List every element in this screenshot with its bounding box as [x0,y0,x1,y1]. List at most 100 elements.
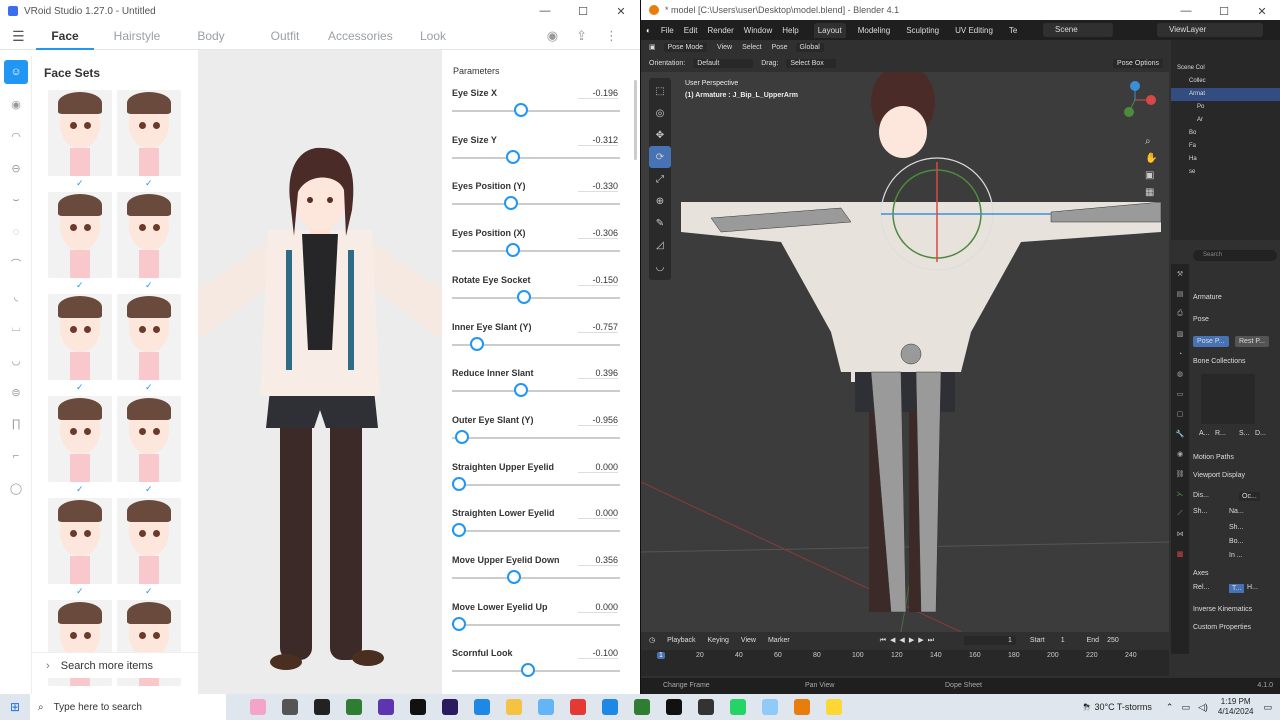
param-value-input[interactable]: 0.000 [578,602,618,613]
head-icon[interactable]: ⊜ [0,376,32,408]
weather-text[interactable]: 30°C T-storms [1094,702,1151,712]
app-icon-files[interactable] [530,694,562,720]
outliner-item[interactable]: Ha [1171,153,1280,166]
rotate-tool-icon[interactable]: ⟳ [649,146,671,168]
param-value-input[interactable]: -0.100 [578,648,618,660]
param-slider-track[interactable] [452,623,620,626]
tab-outfit[interactable]: Outfit [254,22,316,50]
param-slider-knob[interactable] [521,663,535,678]
param-slider-knob[interactable] [517,289,531,304]
app-icon-purple[interactable] [370,694,402,720]
physics-tab-icon[interactable]: ◉ [1171,444,1189,464]
tool-tab-icon[interactable]: ⚒ [1171,264,1189,284]
tab-accessories[interactable]: Accessories [328,22,393,50]
close-icon[interactable]: ✕ [602,0,640,22]
face-set-thumbnail[interactable] [117,600,181,694]
viewport-menu-pose[interactable]: Pose [772,44,788,51]
app-icon-paper[interactable] [754,694,786,720]
param-slider-knob[interactable] [452,476,466,491]
face-contour-icon[interactable]: ◡ [0,344,32,376]
menu-window[interactable]: Window [744,26,772,35]
editor-type-icon[interactable]: ▣ [649,43,656,51]
display-as-selector[interactable]: Oc... [1239,492,1260,501]
constraints-tab-icon[interactable]: ⛓ [1171,464,1189,484]
neck-icon[interactable]: ∏ [0,408,32,440]
menu-edit[interactable]: Edit [684,26,698,35]
timeline-ruler[interactable]: 1 20 40 60 80 100 120 140 160 180 200 220 240 [641,650,1169,676]
app-icon-nvidia[interactable] [626,694,658,720]
armature-data-tab-icon[interactable]: ⋋ [1171,484,1189,504]
outliner-item[interactable]: Ar [1171,114,1280,127]
neck-2-icon[interactable]: ⌐ [0,440,32,472]
app-icon-edge[interactable] [466,694,498,720]
param-slider-track[interactable] [452,296,620,299]
param-slider-knob[interactable] [452,616,466,631]
bone-colors-checkbox[interactable]: Bo... [1229,538,1243,545]
assign-button[interactable]: A... [1199,430,1210,437]
in-front-checkbox[interactable]: In ... [1229,552,1243,559]
eye-lash-icon[interactable]: ⌣ [0,184,32,216]
zoom-icon[interactable]: ⌕ [1145,136,1161,147]
object-tab-icon[interactable]: ▢ [1171,404,1189,424]
workspace-tab-uv-editing[interactable]: UV Editing [951,23,997,38]
face-set-thumbnail[interactable]: ✓ [48,498,112,600]
ear-icon[interactable]: ◌ [0,216,32,248]
param-slider-knob[interactable] [470,336,484,351]
bone-collections-header[interactable]: Bone Collections [1193,358,1246,365]
param-slider-track[interactable] [452,203,620,206]
param-slider-knob[interactable] [504,196,518,211]
remove-button[interactable]: R... [1215,430,1226,437]
workspace-tab-modeling[interactable]: Modeling [854,23,894,38]
outliner-item[interactable]: Scene Col [1171,62,1280,75]
face-set-thumbnail[interactable]: ✓ [117,294,181,396]
app-icon-blender[interactable] [786,694,818,720]
eye-icon[interactable]: ◉ [0,88,32,120]
param-value-input[interactable]: -0.312 [578,135,618,146]
workspace-tab-sculpting[interactable]: Sculpting [902,23,943,38]
face-set-thumbnail[interactable]: ✓ [117,396,181,498]
bone-tab-icon[interactable]: ⟋ [1171,504,1189,524]
parameters-scrollbar[interactable] [634,80,637,160]
orientation-selector[interactable]: Default [693,58,754,68]
world-tab-icon[interactable]: ◍ [1171,364,1189,384]
menu-help[interactable]: Help [782,26,798,35]
close-icon[interactable]: ✕ [1243,0,1280,22]
face-set-icon[interactable]: ☺ [4,60,28,84]
menu-render[interactable]: Render [708,26,734,35]
viewport-menu-select[interactable]: Select [742,44,761,51]
param-value-input[interactable]: -0.150 [578,275,618,286]
viewport-display-header[interactable]: Viewport Display [1193,472,1245,479]
hamburger-menu-icon[interactable]: ☰ [12,28,25,45]
app-icon-photos[interactable] [690,694,722,720]
3d-viewport[interactable]: ⬚ ◎ ✥ ⟳ ⤢ ⊕ ✎ ◿ ◡ User Perspective (1) A… [641,72,1169,632]
measure-tool-icon[interactable]: ◿ [649,234,671,256]
outliner-item[interactable]: Po [1171,101,1280,114]
modifier-tab-icon[interactable]: 🔧 [1171,424,1189,444]
maximize-icon[interactable]: ☐ [564,0,602,22]
outliner-item[interactable]: se [1171,166,1280,179]
param-slider-track[interactable] [452,670,620,673]
param-slider-track[interactable] [452,577,620,579]
param-slider-track[interactable] [452,156,620,159]
extra-icon[interactable]: ◯ [0,472,32,504]
custom-properties-header[interactable]: Custom Properties [1193,624,1251,631]
scale-tool-icon[interactable]: ⤢ [649,168,671,190]
pose-options-selector[interactable]: Pose Options [1112,58,1163,68]
timeline-menu-playback[interactable]: Playback [667,637,695,644]
nose-icon[interactable]: ⌒ [0,248,32,280]
object-name-field[interactable]: Armature [1193,294,1222,301]
share-icon[interactable]: ⇪ [576,28,587,44]
vroid-3d-preview[interactable] [198,50,442,694]
volume-icon[interactable]: ◁) [1198,702,1208,713]
param-slider-knob[interactable] [506,243,520,258]
motion-paths-header[interactable]: Motion Paths [1193,454,1234,461]
inverse-kinematics-header[interactable]: Inverse Kinematics [1193,606,1252,613]
minimize-icon[interactable]: — [1167,0,1205,22]
param-slider-track[interactable] [452,530,620,533]
mode-selector[interactable]: Pose Mode [663,42,708,52]
render-tab-icon[interactable]: ▤ [1171,284,1189,304]
shapes-checkbox[interactable]: Sh... [1229,524,1243,531]
grid-icon[interactable]: ▦ [1145,187,1161,198]
param-value-input[interactable]: -0.306 [578,228,618,240]
param-slider-track[interactable] [452,483,620,486]
